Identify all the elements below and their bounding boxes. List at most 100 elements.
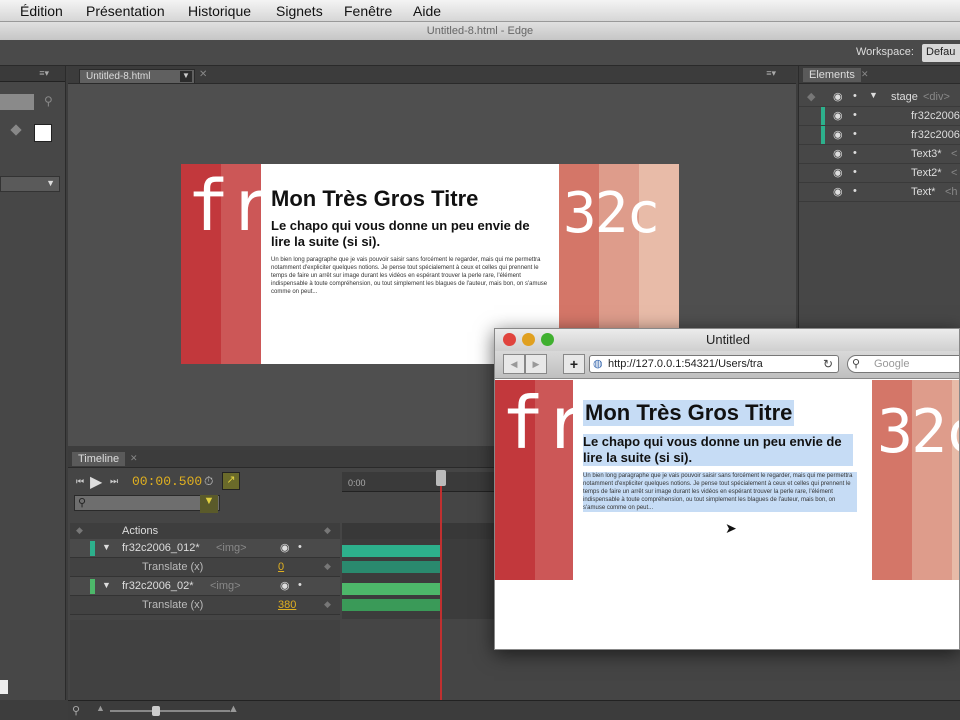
search-field[interactable]: ⚲ Google: [847, 355, 959, 373]
zoom-window-icon[interactable]: [541, 333, 554, 346]
element-row[interactable]: ◉ • Text2* <: [799, 164, 960, 183]
eye-icon[interactable]: ◉: [833, 185, 843, 198]
element-row[interactable]: ◉ • fr32c2006: [799, 126, 960, 145]
zoom-out-icon[interactable]: ▲: [96, 703, 105, 713]
zoom-in-icon[interactable]: ▲: [228, 703, 239, 715]
eye-icon[interactable]: ◉: [833, 166, 843, 179]
document-tab[interactable]: Untitled-8.html ▼: [79, 69, 195, 84]
menu-aide[interactable]: Aide: [413, 3, 441, 19]
menu-edition[interactable]: Édition: [20, 3, 63, 19]
current-time[interactable]: 00:00.500: [132, 474, 202, 489]
keyframe-diamond-icon[interactable]: ◆: [76, 525, 83, 536]
menu-signets[interactable]: Signets: [276, 3, 323, 19]
panel-menu-icon[interactable]: ≡▾: [39, 68, 49, 79]
stopwatch-icon[interactable]: ⏱: [204, 474, 213, 489]
zoom-to-fit-icon[interactable]: ⚲: [72, 704, 80, 717]
eye-icon[interactable]: ◉: [280, 541, 290, 554]
browser-titlebar[interactable]: Untitled: [495, 329, 959, 351]
minimize-window-icon[interactable]: [522, 333, 535, 346]
expand-icon[interactable]: ▼: [869, 90, 878, 100]
zoom-slider[interactable]: [110, 710, 230, 712]
element-row[interactable]: ◉ • Text* <h: [799, 183, 960, 202]
tab-dropdown-icon[interactable]: ▼: [180, 71, 192, 82]
logo-right: 32c: [563, 181, 660, 246]
page-paragraph[interactable]: Un bien long paragraphe que je vais pouv…: [583, 472, 857, 512]
apple-menu-fragment[interactable]: ·: [0, 3, 1, 19]
property-dropdown[interactable]: ▼: [0, 176, 60, 192]
forward-icon[interactable]: ▶: [525, 354, 547, 374]
elements-tab[interactable]: Elements: [803, 68, 861, 82]
transition-bar[interactable]: [342, 561, 442, 573]
keyframe-diamond-icon[interactable]: [10, 124, 22, 136]
property-field[interactable]: [0, 94, 34, 110]
reload-icon[interactable]: ↻: [823, 357, 833, 371]
bullet-icon[interactable]: •: [853, 166, 857, 178]
eye-icon[interactable]: ◉: [833, 147, 843, 160]
browser-viewport[interactable]: fr 32c Mon Très Gros Titre Le chapo qui …: [495, 380, 959, 649]
stage-title[interactable]: Mon Très Gros Titre: [271, 186, 478, 212]
panel-menu-icon[interactable]: ≡▾: [766, 68, 776, 79]
go-to-end-icon[interactable]: ⏭: [110, 476, 118, 487]
timeline-property-row[interactable]: Translate (x) 380 ◆: [70, 596, 340, 615]
auto-keyframe-icon[interactable]: ↗: [222, 472, 240, 490]
timeline-property-row[interactable]: Translate (x) 0 ◆: [70, 558, 340, 577]
workspace-label: Workspace:: [856, 46, 914, 58]
bullet-icon[interactable]: •: [853, 185, 857, 197]
filter-icon[interactable]: ▼: [200, 495, 218, 513]
transition-bar[interactable]: [342, 599, 442, 611]
bullet-icon[interactable]: •: [298, 579, 302, 591]
bullet-icon[interactable]: •: [853, 128, 857, 140]
collapse-icon[interactable]: ▼: [102, 542, 111, 552]
element-duration-bar[interactable]: [342, 545, 442, 557]
keyframe-diamond-icon[interactable]: ◆: [324, 561, 331, 572]
property-value[interactable]: 380: [278, 599, 296, 611]
bullet-icon[interactable]: •: [853, 90, 857, 102]
bullet-icon[interactable]: •: [298, 541, 302, 553]
eye-icon[interactable]: ◉: [833, 109, 843, 122]
url-bar[interactable]: ◍ http://127.0.0.1:54321/Users/tra ↻: [589, 355, 839, 373]
go-to-start-icon[interactable]: ⏮: [76, 476, 84, 487]
keyframe-diamond-icon[interactable]: ◆: [324, 525, 331, 536]
element-name: Text*: [911, 186, 936, 198]
element-row-stage[interactable]: ◆ ◉ • ▼ stage <div>: [799, 88, 960, 107]
element-duration-bar[interactable]: [342, 583, 442, 595]
zoom-slider-thumb[interactable]: [152, 706, 160, 716]
collapse-icon[interactable]: ▼: [102, 580, 111, 590]
actions-row[interactable]: Actions ◆ ◆: [70, 523, 340, 539]
keyframe-diamond-icon[interactable]: ◆: [324, 599, 331, 610]
add-bookmark-icon[interactable]: +: [563, 354, 585, 374]
close-window-icon[interactable]: [503, 333, 516, 346]
close-tab-icon[interactable]: ✕: [199, 69, 207, 80]
element-row[interactable]: ◉ • fr32c2006: [799, 107, 960, 126]
element-row[interactable]: ◉ • Text3* <: [799, 145, 960, 164]
eye-icon[interactable]: ◉: [833, 128, 843, 141]
timeline-search-input[interactable]: ⚲: [74, 495, 220, 511]
bullet-icon[interactable]: •: [853, 109, 857, 121]
playhead-handle[interactable]: [436, 470, 446, 486]
stage-chapo[interactable]: Le chapo qui vous donne un peu envie de …: [271, 218, 551, 250]
workspace-select[interactable]: Defau: [922, 44, 960, 62]
timeline-bottom-bar: ⚲ ▲ ▲: [68, 700, 960, 720]
playhead-line[interactable]: [440, 472, 442, 700]
close-tab-icon[interactable]: ✕: [130, 453, 138, 464]
timeline-element-row[interactable]: ▼ fr32c2006_02* <img> ◉ •: [70, 577, 340, 596]
color-swatch[interactable]: [34, 124, 52, 142]
menu-presentation[interactable]: Présentation: [86, 3, 165, 19]
page-chapo[interactable]: Le chapo qui vous donne un peu envie de …: [583, 434, 853, 466]
page-title[interactable]: Mon Très Gros Titre: [583, 400, 795, 426]
browser-window[interactable]: Untitled ◀ ▶ + ◍ http://127.0.0.1:54321/…: [494, 328, 960, 650]
property-value[interactable]: 0: [278, 561, 284, 573]
eye-icon[interactable]: ◉: [280, 579, 290, 592]
play-icon[interactable]: ▶: [90, 472, 102, 492]
stage-paragraph[interactable]: Un bien long paragraphe que je vais pouv…: [271, 256, 553, 296]
back-icon[interactable]: ◀: [503, 354, 525, 374]
bullet-icon[interactable]: •: [853, 147, 857, 159]
link-icon[interactable]: ⚲: [44, 94, 53, 108]
timeline-tab[interactable]: Timeline: [72, 452, 126, 466]
menu-historique[interactable]: Historique: [188, 3, 251, 19]
lock-handle-icon[interactable]: ◆: [807, 90, 815, 103]
close-tab-icon[interactable]: ✕: [861, 69, 869, 80]
eye-icon[interactable]: ◉: [833, 90, 843, 103]
menu-fenetre[interactable]: Fenêtre: [344, 3, 392, 19]
timeline-element-row[interactable]: ▼ fr32c2006_012* <img> ◉ •: [70, 539, 340, 558]
